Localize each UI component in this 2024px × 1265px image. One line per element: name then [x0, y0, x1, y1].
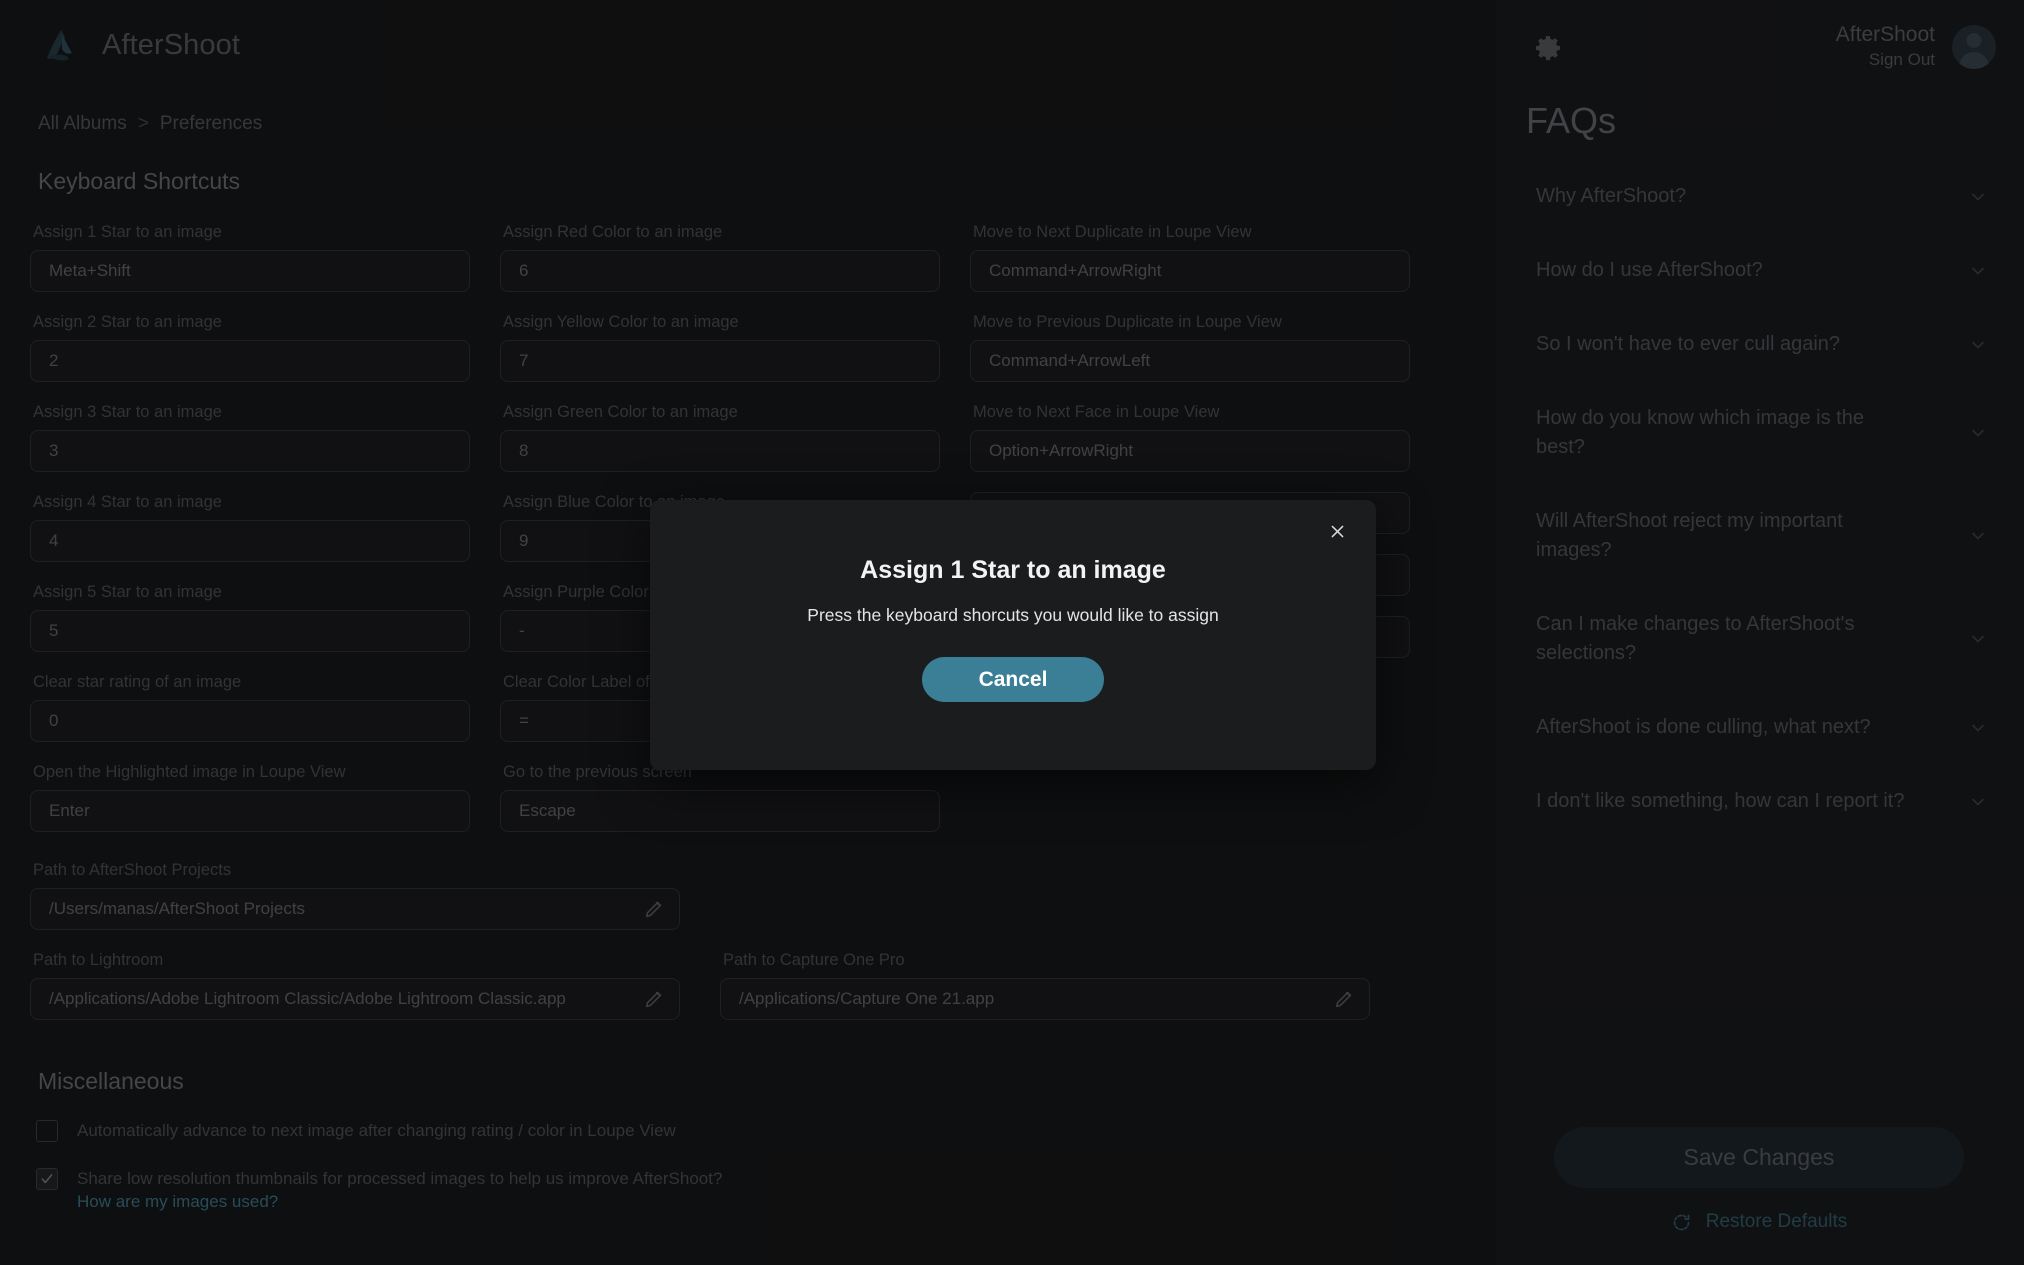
- close-icon[interactable]: [1322, 516, 1352, 546]
- assign-shortcut-modal: Assign 1 Star to an image Press the keyb…: [650, 500, 1376, 770]
- app-root: AfterShoot All Albums > Preferences Keyb…: [0, 0, 2024, 1265]
- modal-subtitle: Press the keyboard shorcuts you would li…: [807, 605, 1219, 625]
- cancel-button[interactable]: Cancel: [922, 657, 1104, 702]
- modal-title: Assign 1 Star to an image: [860, 556, 1166, 584]
